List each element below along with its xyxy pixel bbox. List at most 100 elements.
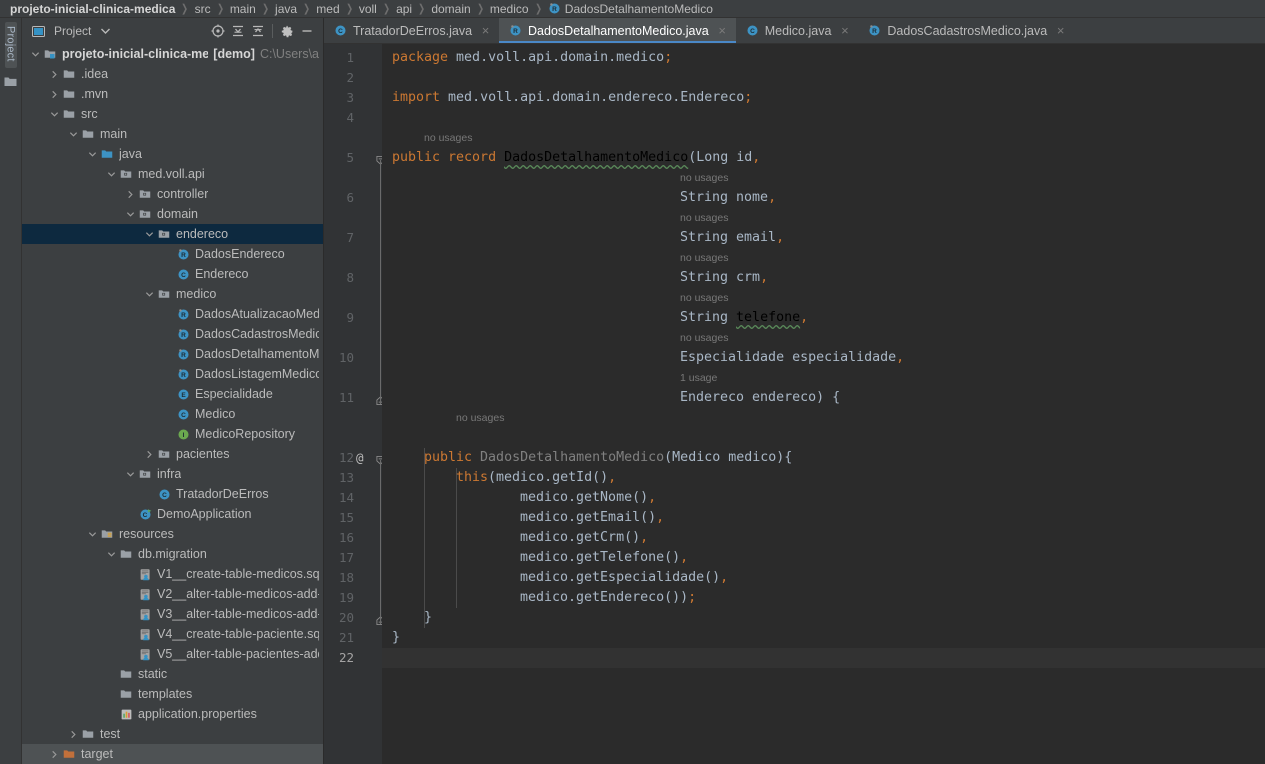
line-number: 11 <box>338 390 354 405</box>
editor-tab[interactable]: R DadosCadastrosMedico.java × <box>858 18 1075 43</box>
tree-row[interactable]: projeto-inicial-clinica-medica [demo] C:\U… <box>22 44 323 64</box>
tree-row[interactable]: V5__alter-table-pacientes-add-c <box>22 644 323 664</box>
folder-icon <box>118 668 134 680</box>
tree-row[interactable]: E Especialidade <box>22 384 323 404</box>
code-editor[interactable]: 1 2 3 4 5 6 7 8 9 10 11 12 13 14 15 16 17 18 19 20 21 22 @ no … <box>324 44 1265 764</box>
indent-guide <box>456 468 457 608</box>
line-number: 1 <box>346 50 354 65</box>
tree-row[interactable]: R DadosDetalhamentoMedi <box>22 344 323 364</box>
svg-text:C: C <box>338 28 343 35</box>
line-number: 14 <box>338 490 354 505</box>
chevron-down-icon[interactable] <box>104 170 118 179</box>
editor-tab[interactable]: R DadosDetalhamentoMedico.java × <box>499 18 736 43</box>
tree-node-label: TratadorDeErros <box>176 487 269 501</box>
close-icon[interactable]: × <box>839 24 850 37</box>
editor-tab[interactable]: C Medico.java × <box>735 18 859 43</box>
breadcrumb-item[interactable]: java <box>275 2 297 16</box>
tree-row[interactable]: V3__alter-table-medicos-add-co <box>22 604 323 624</box>
tree-row[interactable]: pacientes <box>22 444 323 464</box>
expand-all-icon[interactable] <box>228 21 248 41</box>
tree-row[interactable]: .idea <box>22 64 323 84</box>
tree-row[interactable]: C Medico <box>22 404 323 424</box>
breadcrumb-item[interactable]: voll <box>359 2 377 16</box>
breadcrumb-item[interactable]: src <box>195 2 211 16</box>
tree-row[interactable]: domain <box>22 204 323 224</box>
chevron-right-icon[interactable] <box>123 190 137 199</box>
tree-row[interactable]: target <box>22 744 323 764</box>
chevron-right-icon[interactable] <box>47 90 61 99</box>
tree-row[interactable]: java <box>22 144 323 164</box>
tree-row[interactable]: C Endereco <box>22 264 323 284</box>
select-opened-file-icon[interactable] <box>208 21 228 41</box>
tree-row[interactable]: .mvn <box>22 84 323 104</box>
editor-tab[interactable]: C TratadorDeErros.java × <box>324 18 500 43</box>
tree-row[interactable]: controller <box>22 184 323 204</box>
code-content[interactable]: no usages no usages no usages no usages no u… <box>382 44 1265 764</box>
hide-panel-icon[interactable] <box>297 21 317 41</box>
tree-row[interactable]: I MedicoRepository <box>22 424 323 444</box>
tree-row[interactable]: V1__create-table-medicos.sql <box>22 564 323 584</box>
tree-row[interactable]: db.migration <box>22 544 323 564</box>
chevron-right-icon[interactable] <box>47 750 61 759</box>
class-icon: C <box>156 488 172 501</box>
chevron-down-icon[interactable] <box>95 21 115 41</box>
tree-row[interactable]: infra <box>22 464 323 484</box>
close-icon[interactable]: × <box>717 24 728 37</box>
breadcrumb-item[interactable]: projeto-inicial-clinica-medica <box>10 2 175 16</box>
tree-row[interactable]: application.properties <box>22 704 323 724</box>
tree-row[interactable]: C DemoApplication <box>22 504 323 524</box>
breadcrumb-item[interactable]: R DadosDetalhamentoMedico <box>548 2 713 16</box>
editor-gutter[interactable]: 1 2 3 4 5 6 7 8 9 10 11 12 13 14 15 16 17 18 19 20 21 22 @ <box>324 44 385 764</box>
breadcrumb-item[interactable]: medico <box>490 2 529 16</box>
chevron-right-icon[interactable] <box>47 70 61 79</box>
tree-row[interactable]: src <box>22 104 323 124</box>
chevron-down-icon[interactable] <box>85 150 99 159</box>
tree-row[interactable]: static <box>22 664 323 684</box>
code-line: public DadosDetalhamentoMedico(Medico me… <box>424 448 792 468</box>
record-icon: R <box>509 24 522 37</box>
chevron-down-icon[interactable] <box>142 290 156 299</box>
line-number: 20 <box>338 610 354 625</box>
breadcrumb-item[interactable]: med <box>316 2 339 16</box>
tree-row[interactable]: med.voll.api <box>22 164 323 184</box>
breadcrumb-item[interactable]: main <box>230 2 256 16</box>
collapse-all-icon[interactable] <box>248 21 268 41</box>
workspace: Project Project projeto-inicial-clinica-… <box>0 18 1265 764</box>
tree-row[interactable]: V2__alter-table-medicos-add-co <box>22 584 323 604</box>
breadcrumb-item[interactable]: domain <box>431 2 470 16</box>
chevron-down-icon[interactable] <box>123 210 137 219</box>
tree-row[interactable]: C TratadorDeErros <box>22 484 323 504</box>
tree-row[interactable]: V4__create-table-paciente.sql <box>22 624 323 644</box>
project-tree[interactable]: projeto-inicial-clinica-medica [demo] C:\U… <box>22 44 323 764</box>
tree-row[interactable]: R DadosCadastrosMedico <box>22 324 323 344</box>
chevron-down-icon[interactable] <box>104 550 118 559</box>
tree-row[interactable]: main <box>22 124 323 144</box>
chevron-down-icon[interactable] <box>28 50 42 59</box>
close-icon[interactable]: × <box>1055 24 1066 37</box>
tree-row[interactable]: medico <box>22 284 323 304</box>
tree-row[interactable]: endereco <box>22 224 323 244</box>
chevron-down-icon[interactable] <box>66 130 80 139</box>
chevron-down-icon[interactable] <box>123 470 137 479</box>
chevron-down-icon[interactable] <box>85 530 99 539</box>
tree-row[interactable]: templates <box>22 684 323 704</box>
code-token: (Medico medico){ <box>664 450 793 465</box>
chevron-right-icon[interactable] <box>66 730 80 739</box>
gutter-annotation-marker[interactable]: @ <box>356 448 364 468</box>
tree-node-label: V4__create-table-paciente.sql <box>157 627 319 641</box>
chevron-right-icon[interactable] <box>142 450 156 459</box>
tree-node-label: DadosCadastrosMedico <box>195 327 319 341</box>
folder-icon <box>80 128 96 140</box>
tool-window-button-project[interactable]: Project <box>4 22 17 68</box>
tree-row[interactable]: R DadosListagemMedico <box>22 364 323 384</box>
settings-gear-icon[interactable] <box>277 21 297 41</box>
tree-row[interactable]: test <box>22 724 323 744</box>
tree-row[interactable]: resources <box>22 524 323 544</box>
inlay-hint: no usages <box>680 212 729 224</box>
chevron-down-icon[interactable] <box>47 110 61 119</box>
breadcrumb-item[interactable]: api <box>396 2 412 16</box>
chevron-down-icon[interactable] <box>142 230 156 239</box>
tree-row[interactable]: R DadosAtualizacaoMedico <box>22 304 323 324</box>
tree-row[interactable]: R DadosEndereco <box>22 244 323 264</box>
close-icon[interactable]: × <box>480 24 491 37</box>
